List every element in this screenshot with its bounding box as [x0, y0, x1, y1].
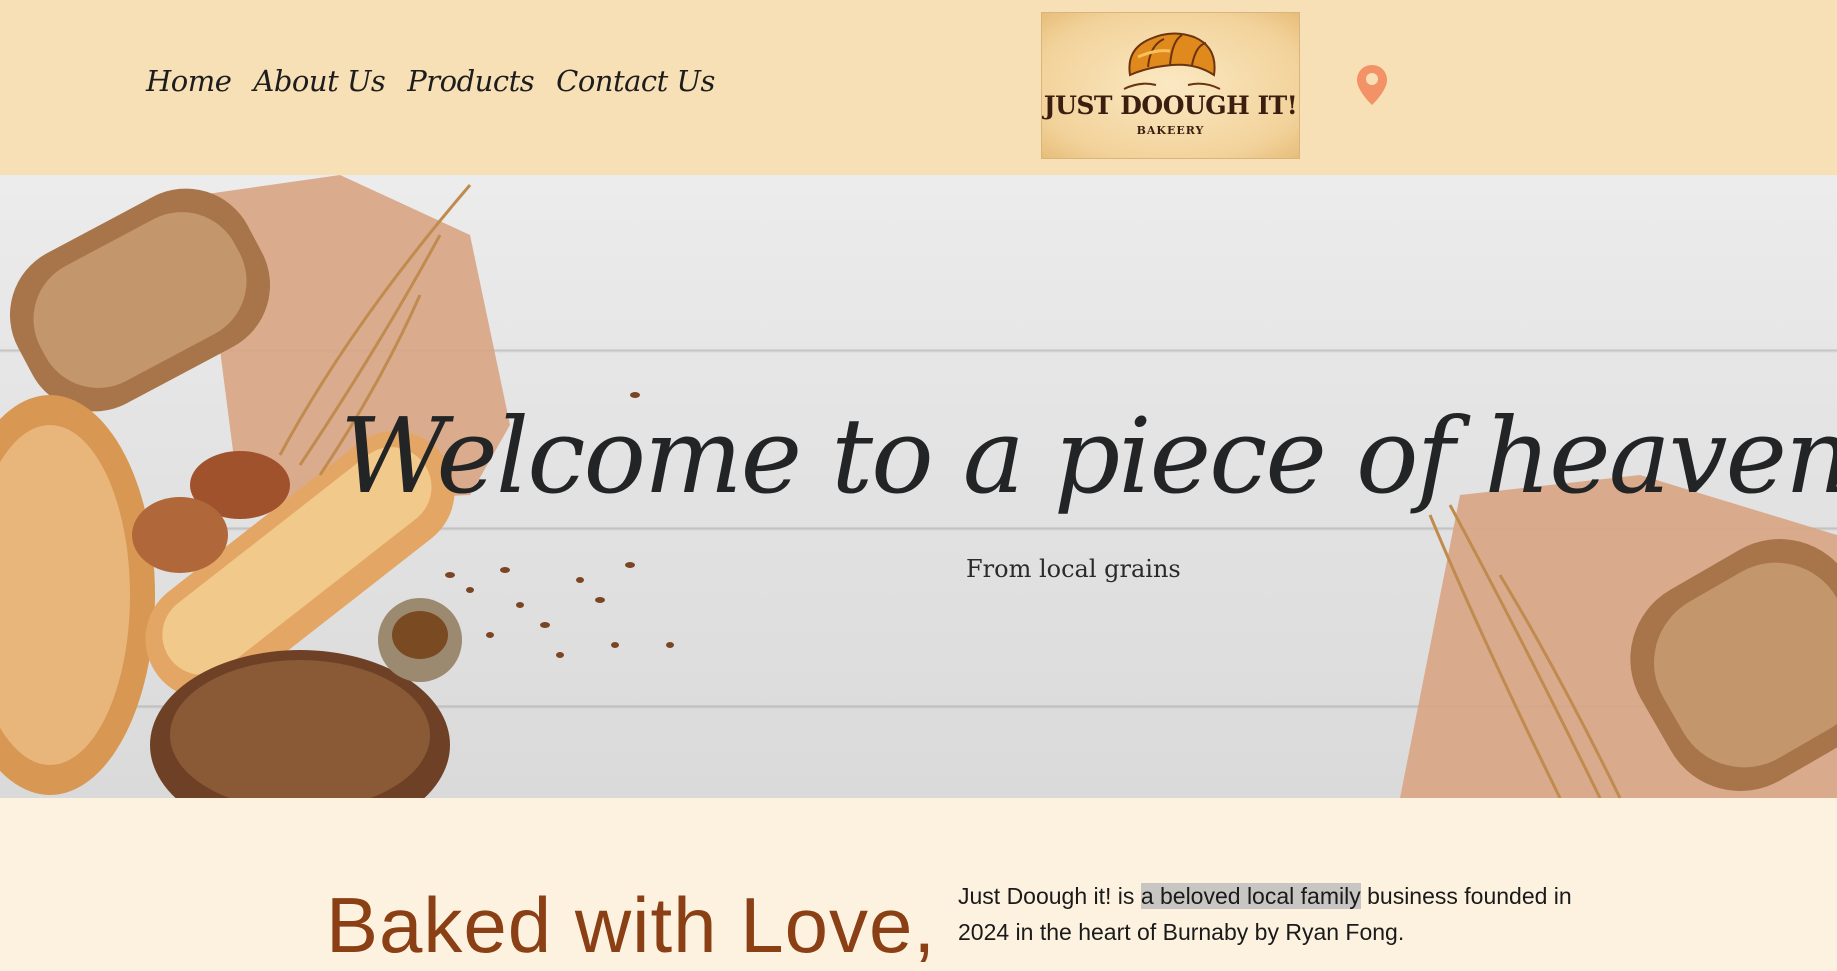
- nav-contact-us[interactable]: Contact Us: [556, 64, 715, 98]
- about-text-highlight: a beloved local family: [1140, 883, 1361, 909]
- hero-subtitle: From local grains: [966, 555, 1181, 583]
- hero-title: Welcome to a piece of heaven: [339, 395, 1837, 517]
- bakery-logo[interactable]: JUST DOOUGH IT! BAKEERY: [1041, 12, 1300, 159]
- nav-products[interactable]: Products: [407, 64, 534, 98]
- logo-subtitle: BAKEERY: [1136, 124, 1205, 137]
- about-text-start: Just Doough it! is: [958, 883, 1141, 909]
- about-heading: Baked with Love,: [326, 881, 937, 969]
- main-nav: Home About Us Products Contact Us: [146, 64, 715, 98]
- map-pin-icon[interactable]: [1356, 64, 1388, 106]
- croissant-icon: [1123, 32, 1221, 90]
- nav-about-us[interactable]: About Us: [253, 64, 385, 98]
- hero-banner: Welcome to a piece of heaven From local …: [0, 175, 1837, 798]
- site-header: Home About Us Products Contact Us JUST D…: [0, 0, 1837, 175]
- logo-brand-text: JUST DOOUGH IT!: [1043, 91, 1298, 120]
- about-text: Just Doough it! is a beloved local famil…: [958, 878, 1578, 950]
- nav-home[interactable]: Home: [146, 64, 232, 98]
